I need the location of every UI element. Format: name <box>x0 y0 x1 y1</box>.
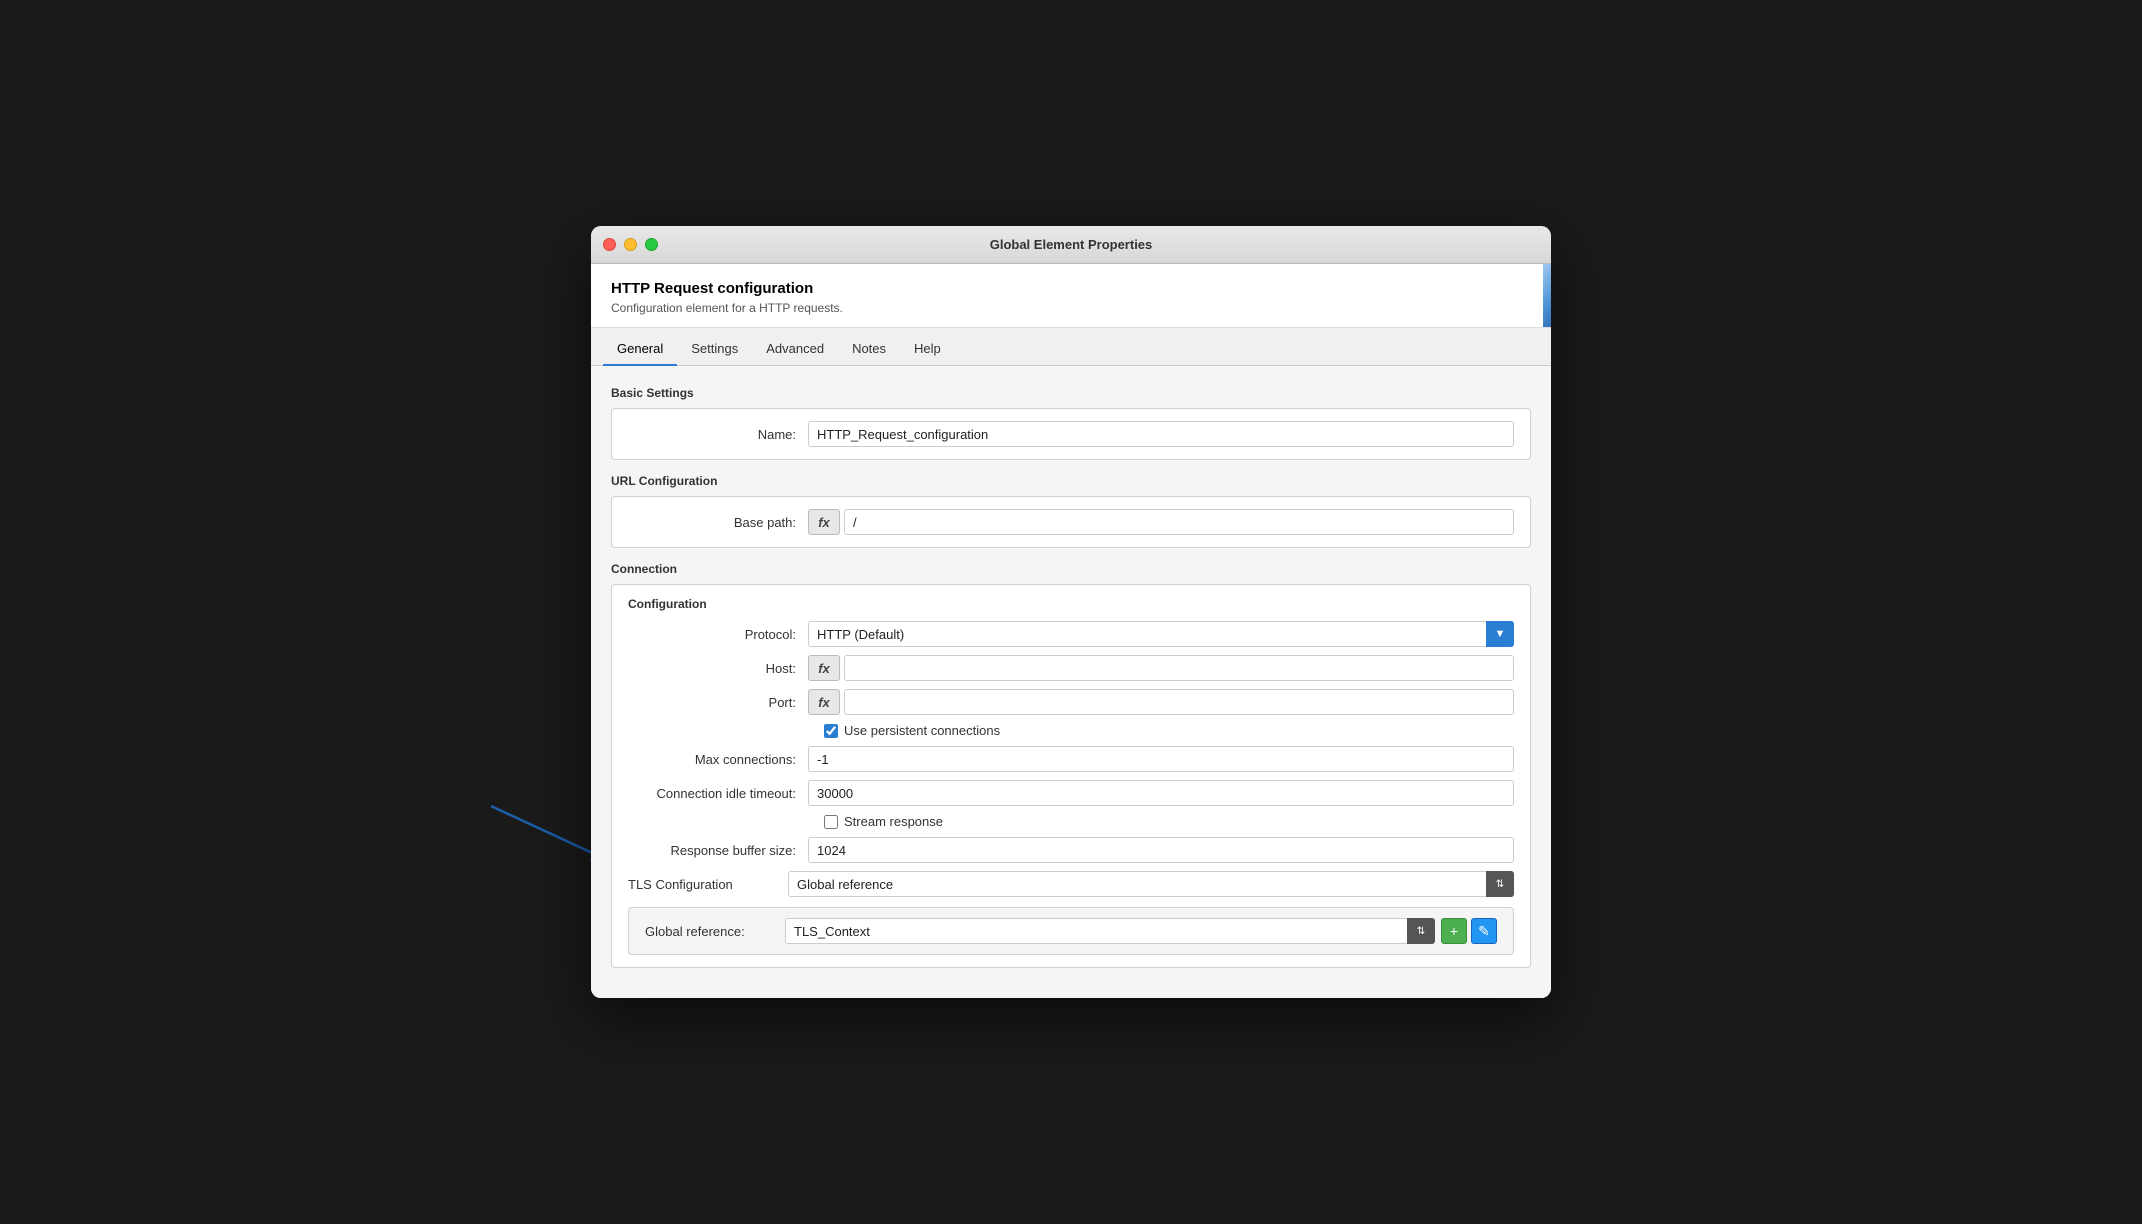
basic-settings-box: Name: <box>611 408 1531 460</box>
tab-settings[interactable]: Settings <box>677 333 752 366</box>
tab-advanced[interactable]: Advanced <box>752 333 838 366</box>
stream-response-row: Stream response <box>628 814 1514 829</box>
base-path-label: Base path: <box>628 515 808 530</box>
edit-icon: ✎ <box>1478 923 1490 940</box>
configuration-subtitle: Configuration <box>628 597 1514 611</box>
tls-select[interactable]: Global reference Edit inline <box>788 871 1514 897</box>
name-label: Name: <box>628 427 808 442</box>
port-label: Port: <box>628 695 808 710</box>
host-field-row: Host: fx <box>628 655 1514 681</box>
config-title: HTTP Request configuration <box>611 280 1531 297</box>
host-input[interactable] <box>844 655 1514 681</box>
host-label: Host: <box>628 661 808 676</box>
port-fx-button[interactable]: fx <box>808 689 840 715</box>
global-ref-select[interactable]: TLS_Context <box>785 918 1435 944</box>
window-title: Global Element Properties <box>990 237 1153 252</box>
action-buttons: + ✎ <box>1441 918 1497 944</box>
tls-config-label: TLS Configuration <box>628 877 788 892</box>
max-connections-input[interactable] <box>808 746 1514 772</box>
edit-button[interactable]: ✎ <box>1471 918 1497 944</box>
persistent-connections-row: Use persistent connections <box>628 723 1514 738</box>
global-ref-label: Global reference: <box>645 924 785 939</box>
url-config-title: URL Configuration <box>611 474 1531 488</box>
tab-notes[interactable]: Notes <box>838 333 900 366</box>
response-buffer-input[interactable] <box>808 837 1514 863</box>
base-path-fx-button[interactable]: fx <box>808 509 840 535</box>
port-field-row: Port: fx <box>628 689 1514 715</box>
stream-response-label: Stream response <box>844 814 943 829</box>
window-content: HTTP Request configuration Configuration… <box>591 264 1551 998</box>
close-button[interactable] <box>603 238 616 251</box>
name-field-row: Name: <box>628 421 1514 447</box>
minimize-button[interactable] <box>624 238 637 251</box>
tls-config-row: TLS Configuration Global reference Edit … <box>628 871 1514 897</box>
connection-idle-label: Connection idle timeout: <box>628 786 808 801</box>
name-input[interactable] <box>808 421 1514 447</box>
host-fx-button[interactable]: fx <box>808 655 840 681</box>
persistent-connections-label: Use persistent connections <box>844 723 1000 738</box>
max-connections-label: Max connections: <box>628 752 808 767</box>
protocol-field-row: Protocol: HTTP (Default) HTTPS ▼ <box>628 621 1514 647</box>
tabs-bar: General Settings Advanced Notes Help <box>591 328 1551 366</box>
max-connections-field-row: Max connections: <box>628 746 1514 772</box>
response-buffer-field-row: Response buffer size: <box>628 837 1514 863</box>
connection-box: Configuration Protocol: HTTP (Default) H… <box>611 584 1531 968</box>
blue-accent-decoration <box>1543 264 1551 327</box>
maximize-button[interactable] <box>645 238 658 251</box>
main-window: Global Element Properties HTTP Request c… <box>591 226 1551 998</box>
stream-response-checkbox[interactable] <box>824 815 838 829</box>
base-path-input[interactable] <box>844 509 1514 535</box>
traffic-lights <box>603 238 658 251</box>
protocol-select[interactable]: HTTP (Default) HTTPS <box>808 621 1514 647</box>
plus-icon: + <box>1450 923 1458 939</box>
base-path-field-row: Base path: fx <box>628 509 1514 535</box>
global-ref-row: Global reference: TLS_Context ⇅ + <box>628 907 1514 955</box>
connection-idle-input[interactable] <box>808 780 1514 806</box>
connection-idle-field-row: Connection idle timeout: <box>628 780 1514 806</box>
response-buffer-label: Response buffer size: <box>628 843 808 858</box>
header-section: HTTP Request configuration Configuration… <box>591 264 1551 328</box>
global-ref-select-wrapper: TLS_Context ⇅ <box>785 918 1435 944</box>
config-subtitle: Configuration element for a HTTP request… <box>611 301 1531 315</box>
connection-title: Connection <box>611 562 1531 576</box>
titlebar: Global Element Properties <box>591 226 1551 264</box>
main-content: Basic Settings Name: URL Configuration B… <box>591 366 1551 998</box>
basic-settings-title: Basic Settings <box>611 386 1531 400</box>
tab-general[interactable]: General <box>603 333 677 366</box>
persistent-connections-checkbox[interactable] <box>824 724 838 738</box>
protocol-label: Protocol: <box>628 627 808 642</box>
tab-help[interactable]: Help <box>900 333 955 366</box>
url-config-box: Base path: fx <box>611 496 1531 548</box>
add-button[interactable]: + <box>1441 918 1467 944</box>
tls-select-wrapper: Global reference Edit inline ⇅ <box>788 871 1514 897</box>
port-input[interactable] <box>844 689 1514 715</box>
protocol-select-wrapper: HTTP (Default) HTTPS ▼ <box>808 621 1514 647</box>
